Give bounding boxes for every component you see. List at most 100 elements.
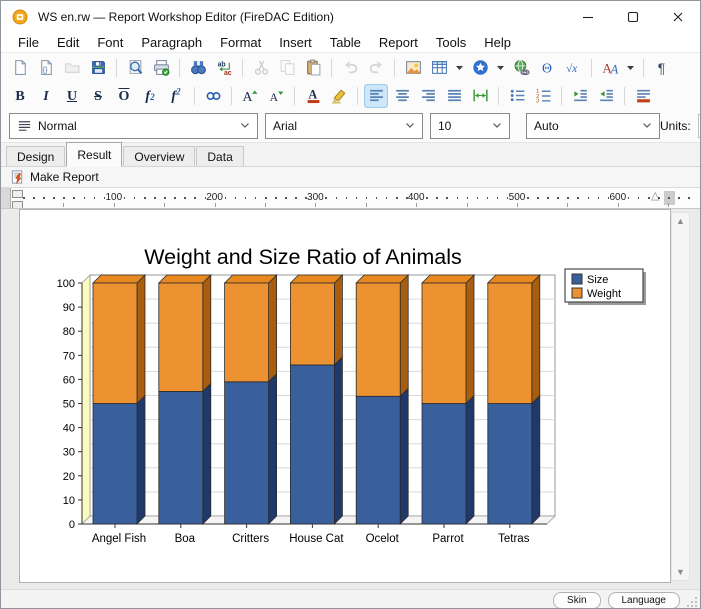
toolbar-separator	[231, 87, 232, 105]
paragraph-marks-button[interactable]: ¶	[650, 56, 674, 80]
scroll-down-icon[interactable]: ▼	[672, 564, 689, 580]
insert-symbol-button[interactable]	[468, 56, 492, 80]
menu-paragraph[interactable]: Paragraph	[132, 35, 211, 50]
ruler-tick	[194, 197, 196, 199]
toolbar-main: {} abac Θ√x AA ¶	[1, 52, 700, 82]
ruler-tick	[94, 197, 96, 199]
new-from-template-button[interactable]: {}	[34, 56, 58, 80]
ruler-tick	[446, 197, 448, 199]
make-report-button[interactable]: Make Report	[5, 168, 104, 186]
units-label: Units:	[660, 119, 691, 133]
font-color-button[interactable]: A	[301, 84, 325, 108]
font-style-button[interactable]: AA	[598, 56, 622, 80]
style-combobox[interactable]: Normal	[9, 113, 258, 139]
vertical-scrollbar[interactable]: ▲ ▼	[671, 212, 690, 581]
superscript-icon: f2	[171, 87, 180, 105]
ruler-tick	[436, 197, 438, 199]
overline-button[interactable]: O	[112, 84, 136, 108]
font-combobox[interactable]: Arial	[265, 113, 423, 139]
skin-button[interactable]: Skin	[553, 592, 600, 609]
font-size-combobox[interactable]: 10	[430, 113, 510, 139]
underline-button[interactable]: U	[60, 84, 84, 108]
app-window: WS en.rw — Report Workshop Editor (FireD…	[0, 0, 701, 609]
tab-design[interactable]: Design	[6, 146, 65, 166]
paste-icon	[305, 59, 322, 76]
ruler-tick	[366, 197, 368, 199]
menu-file[interactable]: File	[9, 35, 48, 50]
dropdown-arrow-button[interactable]	[494, 56, 507, 80]
paragraph-color-button[interactable]	[631, 84, 655, 108]
scroll-up-icon[interactable]: ▲	[672, 213, 689, 229]
close-button[interactable]	[655, 1, 700, 33]
resize-grip-icon[interactable]	[685, 595, 698, 608]
first-line-indent-marker[interactable]	[12, 190, 23, 198]
ruler-tick	[336, 197, 338, 199]
ruler-mark: 100	[105, 192, 122, 203]
special-character-button[interactable]: Θ	[535, 56, 559, 80]
replace-button[interactable]: abac	[212, 56, 236, 80]
bold-button[interactable]: B	[8, 84, 32, 108]
insert-image-button[interactable]	[401, 56, 425, 80]
highlight-button[interactable]	[327, 84, 351, 108]
decrease-indent-button[interactable]	[568, 84, 592, 108]
language-button[interactable]: Language	[608, 592, 681, 609]
zoom-combobox[interactable]: Auto	[526, 113, 660, 139]
minimize-button[interactable]	[565, 1, 610, 33]
menu-edit[interactable]: Edit	[48, 35, 88, 50]
print-button[interactable]	[149, 56, 173, 80]
menu-table[interactable]: Table	[321, 35, 370, 50]
ruler-tick	[295, 197, 297, 199]
menu-report[interactable]: Report	[370, 35, 427, 50]
toolbar-separator	[394, 59, 395, 77]
menu-font[interactable]: Font	[88, 35, 132, 50]
hyperlink-button[interactable]	[509, 56, 533, 80]
menu-help[interactable]: Help	[475, 35, 520, 50]
save-button[interactable]	[86, 56, 110, 80]
dropdown-arrow-button[interactable]	[453, 56, 466, 80]
left-indent-marker[interactable]	[12, 201, 23, 209]
subscript-button[interactable]: f2	[138, 84, 162, 108]
font-value: Arial	[273, 119, 297, 133]
find-button[interactable]	[186, 56, 210, 80]
title-bar: WS en.rw — Report Workshop Editor (FireD…	[1, 1, 700, 33]
formula-button[interactable]: √x	[561, 56, 585, 80]
bullet-list-button[interactable]	[505, 84, 529, 108]
fit-width-button[interactable]	[468, 84, 492, 108]
ruler-tick	[104, 197, 106, 199]
align-left-button[interactable]	[364, 84, 388, 108]
menu-tools[interactable]: Tools	[427, 35, 475, 50]
insert-table-button[interactable]	[427, 56, 451, 80]
align-right-button[interactable]	[416, 84, 440, 108]
svg-text:100: 100	[57, 278, 75, 290]
tab-data[interactable]: Data	[196, 146, 243, 166]
ruler-tick	[124, 197, 126, 199]
superscript-button[interactable]: f2	[164, 84, 188, 108]
make-report-icon	[10, 169, 25, 185]
maximize-button[interactable]	[610, 1, 655, 33]
print-preview-button[interactable]	[123, 56, 147, 80]
tab-overview[interactable]: Overview	[123, 146, 195, 166]
align-center-button[interactable]	[390, 84, 414, 108]
ruler-tick	[255, 197, 257, 199]
ruler-tick	[688, 197, 690, 199]
grow-font-button[interactable]: A	[238, 84, 262, 108]
svg-text:ab: ab	[217, 61, 225, 68]
tab-result[interactable]: Result	[66, 142, 122, 167]
view-tabs: DesignResultOverviewData	[1, 143, 700, 167]
ruler-tick	[628, 197, 630, 199]
strikethrough-button[interactable]: S	[86, 84, 110, 108]
chevron-down-icon	[405, 122, 415, 129]
numbered-list-button[interactable]: 123	[531, 84, 555, 108]
insert-table-icon	[431, 59, 448, 76]
italic-button[interactable]: I	[34, 84, 58, 108]
justify-button[interactable]	[442, 84, 466, 108]
paste-button[interactable]	[301, 56, 325, 80]
increase-indent-button[interactable]	[594, 84, 618, 108]
dropdown-arrow-button[interactable]	[624, 56, 637, 80]
menu-insert[interactable]: Insert	[270, 35, 321, 50]
menu-format[interactable]: Format	[211, 35, 270, 50]
ligature-button[interactable]	[201, 84, 225, 108]
shrink-font-button[interactable]: A	[264, 84, 288, 108]
new-document-button[interactable]	[8, 56, 32, 80]
horizontal-ruler[interactable]: △ 100200300400500600	[1, 188, 700, 209]
